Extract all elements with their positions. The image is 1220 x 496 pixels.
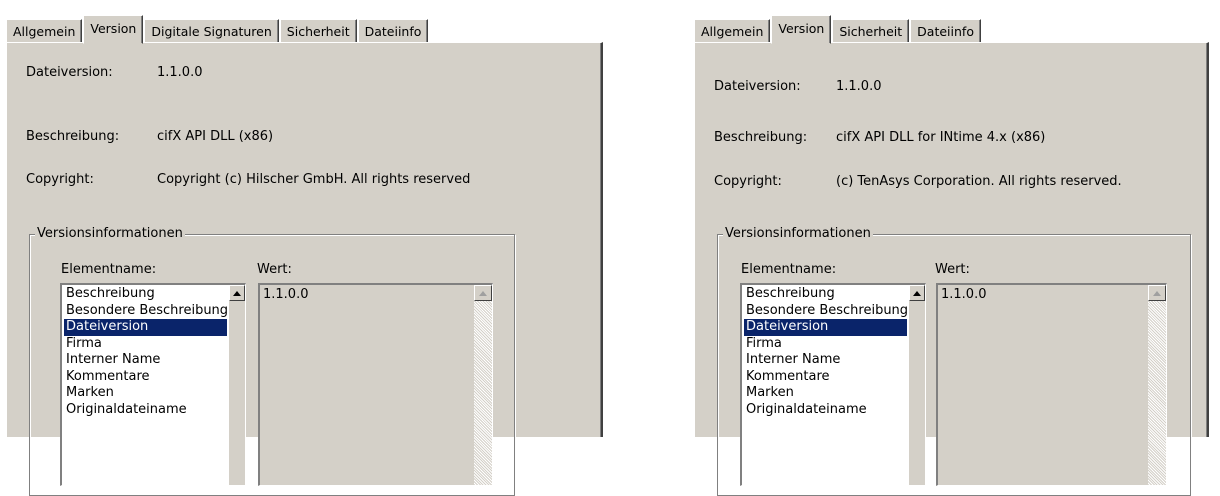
tab-strip: Allgemein Version Sicherheit Dateiinfo [694,15,982,44]
copyright-label: Copyright: [26,172,94,187]
list-item[interactable]: Kommentare [64,369,227,386]
list-item[interactable]: Firma [744,336,907,353]
scroll-up-button[interactable] [229,285,245,301]
arrow-up-icon [913,291,921,296]
dateiversion-label: Dateiversion: [714,79,801,94]
list-item[interactable]: Marken [744,385,907,402]
list-item[interactable]: Originaldateiname [744,402,907,419]
dateiversion-value: 1.1.0.0 [157,65,203,80]
tab-dateiinfo[interactable]: Dateiinfo [357,19,429,43]
tab-allgemein[interactable]: Allgemein [6,19,83,43]
group-legend: Versionsinformationen [35,226,185,241]
list-item[interactable]: Marken [64,385,227,402]
list-item-selected[interactable]: Dateiversion [64,319,227,336]
list-item-selected[interactable]: Dateiversion [744,319,907,336]
properties-dialog-right: Allgemein Version Sicherheit Dateiinfo D… [686,0,1220,496]
group-legend: Versionsinformationen [723,226,873,241]
listbox-scrollbar[interactable] [909,285,925,485]
version-tab-page: Dateiversion: 1.1.0.0 Beschreibung: cifX… [6,42,603,496]
wert-label: Wert: [257,262,292,277]
listbox-scrollbar[interactable] [229,285,245,485]
versionsinformationen-group: Versionsinformationen Elementname: Wert:… [29,226,515,496]
beschreibung-value: cifX API DLL (x86) [157,129,274,144]
elementname-label: Elementname: [61,262,157,277]
arrow-up-icon [233,291,241,296]
copyright-value: (c) TenAsys Corporation. All rights rese… [836,174,1122,189]
scroll-up-button-disabled[interactable] [1148,285,1166,301]
wert-value: 1.1.0.0 [941,287,987,302]
tab-version[interactable]: Version [83,15,144,44]
tab-sicherheit[interactable]: Sicherheit [279,19,357,43]
arrow-up-icon [479,291,487,296]
scroll-up-button-disabled[interactable] [474,285,492,301]
list-item[interactable]: Originaldateiname [64,402,227,419]
tab-digitale-signaturen[interactable]: Digitale Signaturen [144,19,279,43]
list-item[interactable]: Beschreibung [64,286,227,303]
copyright-value: Copyright (c) Hilscher GmbH. All rights … [157,172,471,187]
tab-sicherheit[interactable]: Sicherheit [832,19,910,43]
list-item[interactable]: Beschreibung [744,286,907,303]
wert-value: 1.1.0.0 [263,287,309,302]
list-item[interactable]: Kommentare [744,369,907,386]
tab-dateiinfo[interactable]: Dateiinfo [910,19,981,43]
arrow-up-icon [1153,291,1161,296]
tab-version[interactable]: Version [771,15,832,44]
versionsinformationen-group: Versionsinformationen Elementname: Wert:… [717,226,1191,496]
dateiversion-label: Dateiversion: [26,65,113,80]
elementname-listbox[interactable]: Beschreibung Besondere Beschreibung Date… [740,283,926,486]
list-item[interactable]: Besondere Beschreibung [744,303,907,320]
wert-label: Wert: [935,262,970,277]
list-item[interactable]: Interner Name [64,352,227,369]
copyright-label: Copyright: [714,174,782,189]
textbox-scrollbar[interactable] [474,285,492,485]
list-item[interactable]: Firma [64,336,227,353]
tab-allgemein[interactable]: Allgemein [694,19,771,43]
beschreibung-label: Beschreibung: [714,130,808,145]
wert-textbox[interactable]: 1.1.0.0 [258,283,493,486]
elementname-listbox[interactable]: Beschreibung Besondere Beschreibung Date… [60,283,246,486]
scroll-up-button[interactable] [909,285,925,301]
beschreibung-label: Beschreibung: [26,129,120,144]
properties-dialog-left: Allgemein Version Digitale Signaturen Si… [0,0,610,496]
list-item[interactable]: Interner Name [744,352,907,369]
wert-textbox[interactable]: 1.1.0.0 [936,283,1167,486]
textbox-scrollbar[interactable] [1148,285,1166,485]
version-tab-page: Dateiversion: 1.1.0.0 Beschreibung: cifX… [694,42,1209,496]
elementname-label: Elementname: [741,262,837,277]
tab-strip: Allgemein Version Digitale Signaturen Si… [6,15,429,44]
list-item[interactable]: Besondere Beschreibung [64,303,227,320]
dateiversion-value: 1.1.0.0 [836,79,882,94]
beschreibung-value: cifX API DLL for INtime 4.x (x86) [836,130,1046,145]
